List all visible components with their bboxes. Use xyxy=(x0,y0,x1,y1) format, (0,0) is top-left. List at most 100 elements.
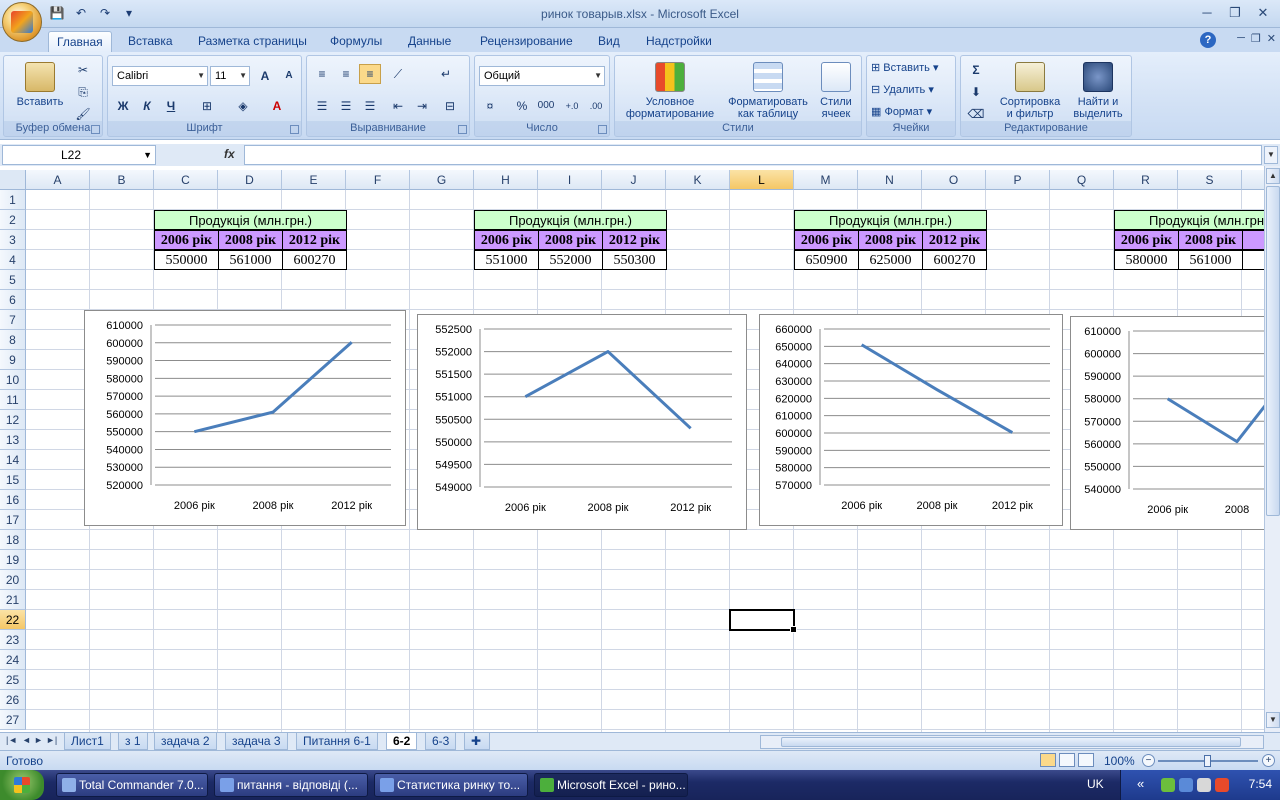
year-header-cell[interactable]: 2012 рік xyxy=(282,230,347,250)
column-header-e[interactable]: E xyxy=(282,170,346,190)
tray-antivirus-icon[interactable] xyxy=(1161,778,1175,792)
column-header-q[interactable]: Q xyxy=(1050,170,1114,190)
series-line[interactable] xyxy=(1166,353,1264,444)
zoom-out-icon[interactable]: − xyxy=(1142,754,1155,767)
alignment-launcher-icon[interactable] xyxy=(458,125,467,134)
font-size-combo[interactable]: 11 ▼ xyxy=(210,66,250,86)
line-chart[interactable]: 570000 580000 590000 600000 610000 620000 6300… xyxy=(759,314,1063,526)
year-header-cell[interactable]: 2008 рік xyxy=(218,230,283,250)
row-header-3[interactable]: 3 xyxy=(0,230,26,250)
zoom-knob[interactable] xyxy=(1204,755,1211,767)
row-header-19[interactable]: 19 xyxy=(0,550,26,570)
series-line[interactable] xyxy=(860,343,1014,434)
column-header-s[interactable]: S xyxy=(1178,170,1242,190)
task-word-answers[interactable]: питання - відповіді (... xyxy=(214,773,368,797)
workbook-close-icon[interactable]: ✕ xyxy=(1267,32,1276,45)
workbook-minimize-icon[interactable]: ─ xyxy=(1237,32,1245,45)
task-word-statistics[interactable]: Статистика ринку то... xyxy=(374,773,528,797)
year-header-cell[interactable]: 2008 рік xyxy=(858,230,923,250)
bold-button[interactable]: Ж xyxy=(112,96,134,116)
select-all-corner[interactable] xyxy=(0,170,26,190)
value-cell[interactable]: 60 xyxy=(1242,250,1264,270)
table-header-cell[interactable]: Продукція (млн.грн.) xyxy=(474,210,667,230)
tab-page-layout[interactable]: Разметка страницы xyxy=(190,31,315,52)
italic-button[interactable]: К xyxy=(136,96,158,116)
column-header-a[interactable]: A xyxy=(26,170,90,190)
tab-home[interactable]: Главная xyxy=(48,31,112,52)
find-select-button[interactable]: Найти и выделить xyxy=(1067,62,1129,120)
close-icon[interactable]: ✕ xyxy=(1250,3,1276,23)
row-header-8[interactable]: 8 xyxy=(0,330,26,350)
row-header-4[interactable]: 4 xyxy=(0,250,26,270)
page-break-view-icon[interactable] xyxy=(1078,753,1094,767)
table-header-cell[interactable]: Продукція (млн.грн.) xyxy=(794,210,987,230)
year-header-cell[interactable]: 2008 рік xyxy=(1178,230,1243,250)
sheet-tab-task2[interactable]: задача 2 xyxy=(154,733,217,750)
increase-indent-icon[interactable]: ⇥ xyxy=(411,96,433,116)
year-header-cell[interactable]: 2006 рік xyxy=(794,230,859,250)
align-middle-icon[interactable]: ≡ xyxy=(335,64,357,84)
decrease-indent-icon[interactable]: ⇤ xyxy=(387,96,409,116)
autosum-button[interactable]: Σ xyxy=(965,60,987,80)
restore-icon[interactable]: ❐ xyxy=(1222,3,1248,23)
row-header-26[interactable]: 26 xyxy=(0,690,26,710)
horizontal-scroll-thumb[interactable] xyxy=(781,737,1241,747)
workbook-restore-icon[interactable]: ❐ xyxy=(1251,32,1261,45)
value-cell[interactable]: 650900 xyxy=(794,250,859,270)
row-header-10[interactable]: 10 xyxy=(0,370,26,390)
thousands-button[interactable]: 000 xyxy=(535,96,557,116)
expand-formula-icon[interactable]: ▼ xyxy=(1264,146,1278,164)
row-header-9[interactable]: 9 xyxy=(0,350,26,370)
value-cell[interactable]: 551000 xyxy=(474,250,539,270)
horizontal-scrollbar[interactable] xyxy=(760,735,1264,749)
year-header-cell[interactable]: 201 xyxy=(1242,230,1264,250)
table-header-cell[interactable]: Продукція (млн.грн.) xyxy=(154,210,347,230)
insert-cells-button[interactable]: ⊞ Вставить ▾ xyxy=(871,62,953,74)
table-header-cell[interactable]: Продукція (млн.грн.) xyxy=(1114,210,1264,230)
column-header-t[interactable]: T xyxy=(1242,170,1264,190)
row-header-15[interactable]: 15 xyxy=(0,470,26,490)
row-header-13[interactable]: 13 xyxy=(0,430,26,450)
formula-input[interactable] xyxy=(244,145,1262,165)
zoom-level[interactable]: 100% xyxy=(1104,754,1135,768)
page-layout-view-icon[interactable] xyxy=(1059,753,1075,767)
align-left-icon[interactable]: ☰ xyxy=(311,96,333,116)
column-header-h[interactable]: H xyxy=(474,170,538,190)
number-format-combo[interactable]: Общий ▼ xyxy=(479,66,605,86)
column-header-m[interactable]: M xyxy=(794,170,858,190)
shrink-font-button[interactable]: A xyxy=(278,66,300,86)
row-header-14[interactable]: 14 xyxy=(0,450,26,470)
language-indicator[interactable]: UK xyxy=(1087,777,1104,791)
line-chart[interactable]: 549000 549500 550000 550500 551000 551500 5520… xyxy=(417,314,747,530)
scroll-down-icon[interactable]: ▼ xyxy=(1266,712,1280,728)
sheet-tab-6-2[interactable]: 6-2 xyxy=(386,733,418,750)
insert-sheet-icon[interactable]: ✚ xyxy=(464,733,490,750)
line-chart[interactable]: 520000 530000 540000 550000 560000 570000 5800… xyxy=(84,310,406,526)
minimize-icon[interactable]: ─ xyxy=(1194,3,1220,23)
sheet-tab-list1[interactable]: Лист1 xyxy=(64,733,111,750)
grow-font-button[interactable]: A xyxy=(254,66,276,86)
orientation-icon[interactable]: ⟋ xyxy=(387,64,409,84)
column-header-j[interactable]: J xyxy=(602,170,666,190)
format-as-table-button[interactable]: Форматировать как таблицу xyxy=(723,62,813,120)
value-cell[interactable]: 561000 xyxy=(1178,250,1243,270)
tab-addins[interactable]: Надстройки xyxy=(638,31,720,52)
vertical-scrollbar[interactable]: ▲ ▼ xyxy=(1264,166,1280,732)
sheet-tab-z1[interactable]: з 1 xyxy=(118,733,148,750)
insert-function-icon[interactable]: fx xyxy=(224,147,235,161)
year-header-cell[interactable]: 2012 рік xyxy=(602,230,667,250)
tab-data[interactable]: Данные xyxy=(400,31,459,52)
column-header-o[interactable]: O xyxy=(922,170,986,190)
tab-view[interactable]: Вид xyxy=(590,31,628,52)
conditional-formatting-button[interactable]: Условное форматирование xyxy=(617,62,723,120)
help-icon[interactable]: ? xyxy=(1200,32,1216,48)
delete-cells-button[interactable]: ⊟ Удалить ▾ xyxy=(871,84,953,96)
tray-volume-icon[interactable] xyxy=(1197,778,1211,792)
row-header-27[interactable]: 27 xyxy=(0,710,26,730)
column-header-i[interactable]: I xyxy=(538,170,602,190)
column-header-d[interactable]: D xyxy=(218,170,282,190)
number-launcher-icon[interactable] xyxy=(598,125,607,134)
font-name-combo[interactable]: Calibri ▼ xyxy=(112,66,208,86)
borders-icon[interactable]: ⊞ xyxy=(196,96,218,116)
row-header-17[interactable]: 17 xyxy=(0,510,26,530)
